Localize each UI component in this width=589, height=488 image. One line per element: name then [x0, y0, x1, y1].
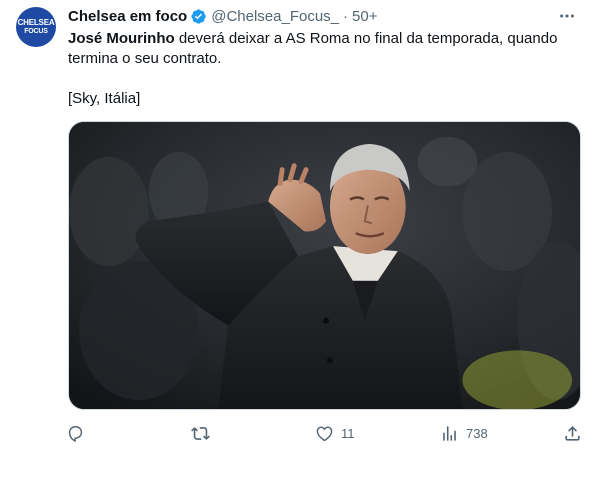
tweet-source: [Sky, Itália] [68, 90, 141, 107]
like-button[interactable]: 11 [315, 421, 355, 445]
views-count: 738 [466, 425, 488, 441]
tweet-text: José Mourinho deverá deixar a AS Roma no… [68, 29, 578, 109]
more-options-icon[interactable] [557, 6, 577, 26]
tweet[interactable]: CHELSEA FOCUS Chelsea em foco @Chelsea_F… [0, 0, 589, 488]
avatar[interactable]: CHELSEA FOCUS [16, 7, 56, 47]
tweet-text-bold: José Mourinho [68, 30, 175, 47]
author-handle[interactable]: @Chelsea_Focus_ [211, 8, 339, 25]
reply-icon [68, 425, 83, 442]
retweet-button[interactable] [191, 421, 217, 445]
views-icon [443, 425, 456, 441]
separator-dot: · [343, 7, 349, 25]
tweet-photo[interactable] [68, 121, 581, 410]
verified-badge-icon [190, 8, 207, 25]
share-icon [565, 425, 580, 441]
avatar-text-top: CHELSEA [17, 18, 55, 27]
reply-button[interactable] [66, 421, 92, 445]
tweet-header: Chelsea em foco @Chelsea_Focus_ · 50+ [68, 6, 377, 26]
photo-mourinho-ear-gesture [69, 122, 580, 409]
like-count: 11 [341, 425, 355, 441]
share-button[interactable] [563, 421, 582, 445]
tweet-actions: 11 738 [66, 421, 584, 445]
heart-icon [316, 425, 333, 441]
author-display-name[interactable]: Chelsea em foco [68, 8, 187, 25]
views-button[interactable]: 738 [440, 421, 488, 445]
avatar-text-bottom: FOCUS [24, 28, 48, 35]
timestamp[interactable]: 50+ [352, 8, 377, 25]
retweet-icon [191, 426, 210, 440]
